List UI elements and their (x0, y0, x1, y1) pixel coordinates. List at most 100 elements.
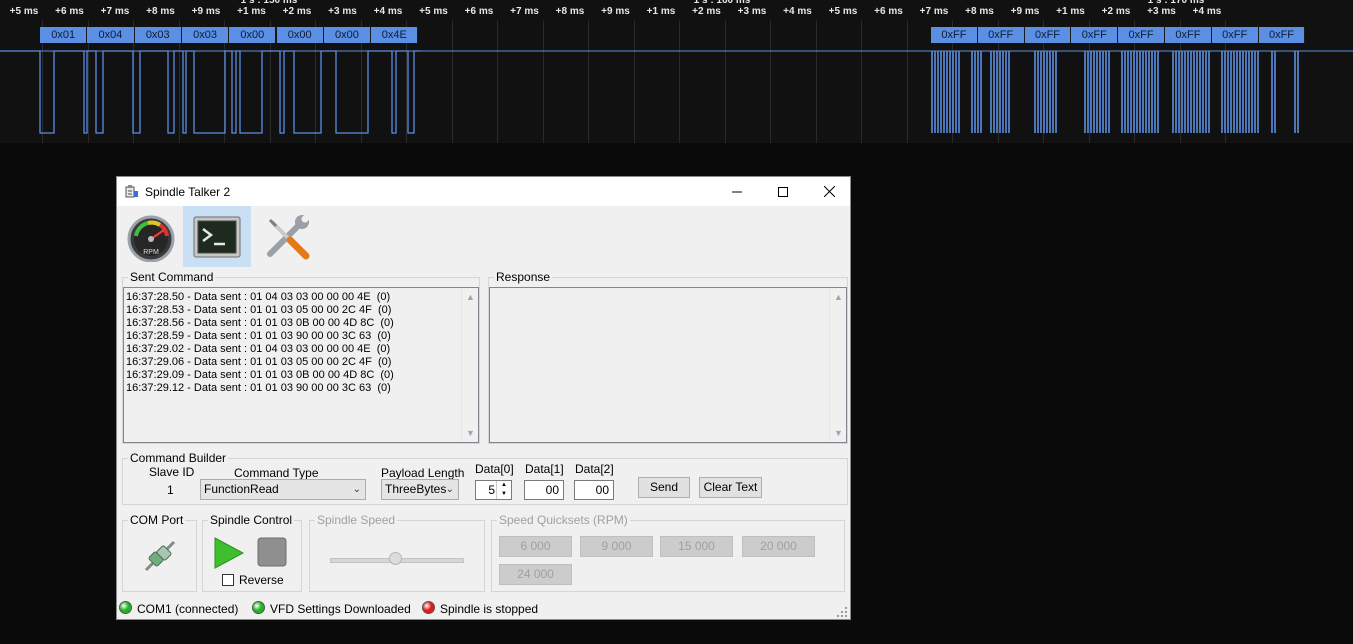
sent-command-line: 16:37:28.59 - Data sent : 01 01 03 90 00… (126, 330, 391, 342)
decoded-byte: 0xFF (1258, 27, 1306, 43)
time-major-label: 1 s : 150 ms (240, 0, 298, 6)
reverse-checkbox[interactable] (222, 574, 234, 586)
rpm-gauge-icon: RPM (127, 215, 175, 262)
sent-command-group: Sent Command 16:37:28.50 - Data sent : 0… (122, 270, 480, 444)
command-type-select[interactable]: FunctionRead ⌄ (200, 479, 366, 500)
time-ruler: +5 ms +6 ms +7 ms +8 ms +9 ms +1 ms +2 ms +3 ms… (0, 0, 1353, 22)
maximize-icon (778, 186, 788, 197)
spindle-start-button[interactable] (213, 536, 245, 570)
time-tick-label: +9 ms (1010, 6, 1040, 17)
tab-terminal[interactable] (183, 206, 251, 267)
decoded-byte: 0xFF (1071, 27, 1119, 43)
com-status-led (119, 601, 132, 614)
title-bar[interactable]: Spindle Talker 2 (117, 177, 850, 206)
time-tick-label: +3 ms (737, 6, 767, 17)
logic-analyzer-view: +5 ms +6 ms +7 ms +8 ms +9 ms +1 ms +2 ms +3 ms… (0, 0, 1353, 143)
sent-command-log[interactable]: 16:37:28.50 - Data sent : 01 04 03 03 00… (123, 287, 479, 443)
decoded-byte: 0x01 (40, 27, 88, 43)
spindle-control-group: Spindle Control Reverse (202, 513, 302, 592)
decoded-byte: 0xFF (1165, 27, 1212, 43)
time-tick-label: +1 ms (237, 6, 266, 17)
sent-log-scrollbar[interactable]: ▲ ▼ (461, 288, 478, 442)
time-tick-label: +6 ms (874, 6, 903, 17)
toolbar: RPM (117, 206, 850, 268)
minimize-button[interactable] (714, 177, 760, 206)
decoded-byte: 0x4E (371, 27, 419, 43)
com-status-text: COM1 (connected) (137, 602, 239, 616)
sent-command-line: 16:37:29.06 - Data sent : 01 01 03 05 00… (126, 356, 392, 368)
time-major-label: 1 s : 170 ms (1147, 0, 1205, 6)
minimize-icon (732, 191, 742, 192)
vfd-status-led (252, 601, 265, 614)
app-icon (125, 185, 138, 198)
send-button[interactable]: Send (638, 477, 690, 498)
speed-quicksets-group: Speed Quicksets (RPM) 6 000 9 000 15 000 20… (491, 513, 845, 592)
scroll-down-icon[interactable]: ▼ (466, 428, 475, 438)
response-log-scrollbar[interactable]: ▲ ▼ (829, 288, 846, 442)
tx-waveform (0, 50, 420, 134)
maximize-button[interactable] (760, 177, 806, 206)
sent-command-line: 16:37:29.02 - Data sent : 01 04 03 03 00… (126, 343, 391, 355)
decoded-byte: 0xFF (1118, 27, 1165, 43)
time-tick-label: +2 ms (692, 6, 721, 17)
data0-stepper[interactable]: 5 ▲ ▼ (475, 480, 512, 500)
time-tick-label: +5 ms (9, 6, 39, 17)
slave-id-label: Slave ID (149, 465, 195, 479)
time-tick-label: +8 ms (555, 6, 585, 17)
terminal-icon (193, 216, 241, 257)
com-connect-button[interactable] (143, 539, 177, 573)
scroll-up-icon[interactable]: ▲ (466, 292, 475, 302)
window-title: Spindle Talker 2 (145, 185, 231, 199)
time-major-label: 1 s : 160 ms (693, 0, 751, 6)
payload-length-select[interactable]: ThreeBytes ⌄ (381, 479, 459, 500)
time-tick-label: +5 ms (419, 6, 448, 17)
decoded-byte: 0xFF (931, 27, 978, 43)
spindle-control-legend: Spindle Control (208, 513, 295, 527)
spindle-speed-legend: Spindle Speed (315, 513, 398, 527)
decoded-byte: 0xFF (1024, 27, 1072, 43)
time-tick-label: +9 ms (191, 6, 221, 17)
data1-input[interactable]: 00 (524, 480, 564, 500)
reverse-label: Reverse (239, 573, 284, 587)
sent-command-line: 16:37:29.12 - Data sent : 01 01 03 90 00… (126, 382, 391, 394)
time-tick-label: +1 ms (646, 6, 676, 17)
vfd-status-text: VFD Settings Downloaded (270, 602, 411, 616)
time-tick-label: +7 ms (100, 6, 130, 17)
time-tick-label: +4 ms (783, 6, 812, 17)
clear-text-button[interactable]: Clear Text (699, 477, 762, 498)
plug-connected-icon (144, 540, 176, 572)
data2-input[interactable]: 00 (574, 480, 614, 500)
close-button[interactable] (806, 177, 852, 206)
spindle-speed-slider[interactable] (388, 552, 402, 565)
time-tick-label: +6 ms (464, 6, 494, 17)
time-tick-label: +2 ms (1101, 6, 1131, 17)
tab-rpm-gauge[interactable]: RPM (117, 206, 185, 267)
decoded-byte: 0x00 (229, 27, 277, 43)
status-bar: COM1 (connected) VFD Settings Downloaded… (117, 598, 850, 620)
resize-grip-icon[interactable] (836, 606, 848, 618)
decoded-byte: 0x00 (276, 27, 324, 43)
response-group: Response ▲ ▼ (488, 270, 848, 444)
data2-label: Data[2] (575, 462, 614, 476)
sent-command-lines: 16:37:28.50 - Data sent : 01 04 03 03 00… (126, 291, 394, 395)
response-log[interactable]: ▲ ▼ (489, 287, 847, 443)
quickset-button[interactable]: 9 000 (580, 536, 653, 557)
data1-label: Data[1] (525, 462, 564, 476)
spindle-status-text: Spindle is stopped (440, 602, 539, 616)
quickset-button[interactable]: 6 000 (499, 536, 572, 557)
time-tick-label: +7 ms (919, 6, 949, 17)
time-tick-label: +9 ms (601, 6, 630, 17)
quickset-button[interactable]: 15 000 (660, 536, 733, 557)
quickset-button[interactable]: 20 000 (742, 536, 815, 557)
spindle-stop-button[interactable] (257, 537, 287, 567)
scroll-down-icon[interactable]: ▼ (834, 428, 843, 438)
scroll-up-icon[interactable]: ▲ (834, 292, 843, 302)
decoded-byte: 0x00 (323, 27, 372, 43)
stepper-arrows-icon[interactable]: ▲ ▼ (496, 481, 511, 499)
decoded-byte: 0xFF (1211, 27, 1259, 43)
com-port-group: COM Port (122, 513, 197, 592)
quickset-button[interactable]: 24 000 (499, 564, 572, 585)
data0-value: 5 (488, 483, 495, 497)
tab-settings[interactable] (253, 206, 321, 267)
sent-command-line: 16:37:29.09 - Data sent : 01 01 03 0B 00… (126, 369, 394, 381)
